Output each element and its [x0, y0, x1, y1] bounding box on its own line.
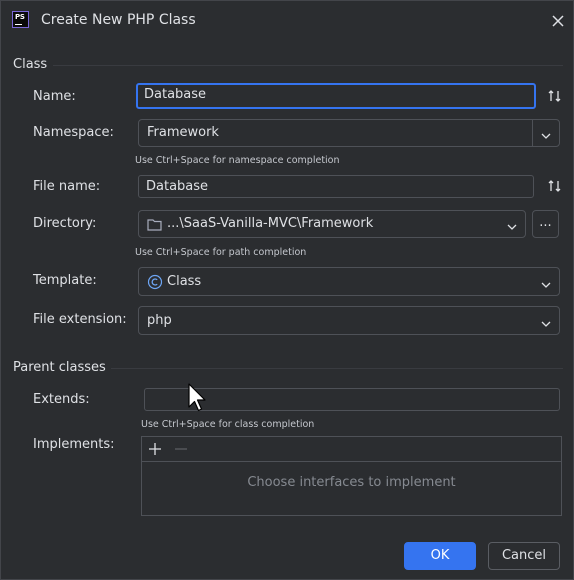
- create-php-class-dialog: PS Create New PHP Class Class Name: Data…: [0, 0, 574, 580]
- implements-list[interactable]: Choose interfaces to implement: [141, 436, 562, 516]
- file-extension-value: php: [147, 313, 172, 328]
- swap-case-icon[interactable]: [547, 88, 563, 104]
- title-bar: PS Create New PHP Class: [1, 1, 573, 39]
- phpstorm-logo-icon: PS: [12, 11, 29, 28]
- cancel-button[interactable]: Cancel: [488, 542, 560, 570]
- implements-label: Implements:: [33, 437, 115, 452]
- mouse-pointer-icon: [188, 383, 208, 415]
- class-section-heading: Class: [13, 57, 48, 72]
- directory-label: Directory:: [33, 216, 97, 231]
- implements-toolbar: [142, 437, 561, 462]
- chevron-down-icon[interactable]: [541, 317, 551, 332]
- chevron-down-icon[interactable]: [507, 220, 517, 235]
- parent-classes-separator: [111, 368, 563, 369]
- folder-icon: [147, 218, 162, 235]
- dialog-title: Create New PHP Class: [41, 12, 196, 28]
- name-input[interactable]: Database: [136, 83, 536, 109]
- namespace-value: Framework: [147, 125, 219, 140]
- file-extension-combobox[interactable]: php: [138, 306, 560, 335]
- parent-classes-heading: Parent classes: [13, 360, 106, 375]
- extends-hint: Use Ctrl+Space for class completion: [141, 419, 315, 430]
- logo-text: PS: [15, 13, 25, 21]
- add-icon[interactable]: [148, 442, 162, 460]
- ok-button[interactable]: OK: [404, 542, 476, 570]
- close-icon[interactable]: [548, 11, 568, 31]
- template-value: Class: [167, 274, 202, 289]
- directory-combobox[interactable]: ...\SaaS-Vanilla-MVC\Framework: [138, 210, 526, 238]
- template-label: Template:: [33, 273, 97, 288]
- class-section-separator: [53, 65, 563, 66]
- name-label: Name:: [33, 89, 76, 104]
- file-name-label: File name:: [33, 179, 101, 194]
- namespace-combobox[interactable]: Framework: [138, 119, 560, 147]
- chevron-down-icon[interactable]: [541, 129, 551, 144]
- extends-label: Extends:: [33, 392, 90, 407]
- namespace-hint: Use Ctrl+Space for namespace completion: [135, 155, 340, 166]
- file-name-input[interactable]: Database: [138, 175, 534, 198]
- class-icon: [147, 274, 163, 294]
- template-combobox[interactable]: Class: [138, 267, 560, 296]
- namespace-label: Namespace:: [33, 125, 114, 140]
- swap-case-icon[interactable]: [547, 178, 563, 194]
- remove-icon[interactable]: [174, 442, 188, 460]
- directory-value: ...\SaaS-Vanilla-MVC\Framework: [167, 216, 374, 231]
- implements-empty-text: Choose interfaces to implement: [247, 475, 456, 490]
- file-extension-label: File extension:: [33, 312, 127, 327]
- directory-hint: Use Ctrl+Space for path completion: [135, 247, 307, 258]
- browse-directory-button[interactable]: ...: [532, 210, 559, 238]
- chevron-down-icon[interactable]: [541, 278, 551, 293]
